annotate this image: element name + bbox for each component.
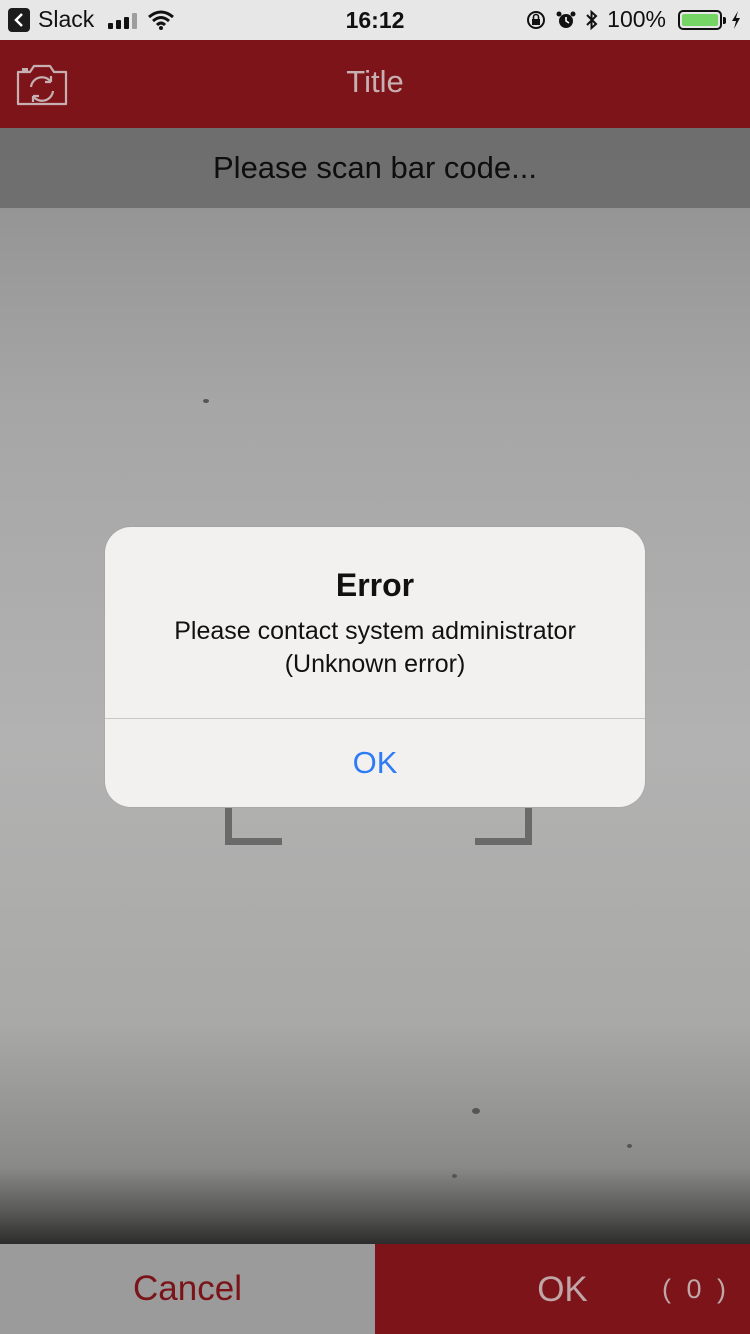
lens-speck [472, 1108, 480, 1114]
lens-speck [452, 1174, 457, 1178]
bottom-action-bar: Cancel OK ( 0 ) [0, 1244, 750, 1334]
alert-title: Error [335, 567, 415, 603]
cancel-button[interactable]: Cancel [0, 1244, 375, 1334]
navigation-bar: Title [0, 40, 750, 128]
battery-fill [682, 13, 718, 26]
alarm-icon [556, 11, 576, 28]
battery-icon [678, 9, 726, 30]
battery-percent: 100% [607, 6, 666, 32]
alert-ok-button[interactable]: OK [105, 719, 645, 807]
scan-prompt-bar: Please scan bar code... [0, 128, 750, 208]
error-alert-dialog: Error Please contact system administrato… [105, 527, 645, 807]
bluetooth-icon [586, 9, 598, 30]
page-title: Title [346, 64, 404, 99]
orientation-lock-icon [527, 10, 546, 29]
scan-frame-corner-bottom-right [475, 808, 532, 845]
status-bar: Slack 16:12 100% [0, 0, 750, 40]
lens-speck [203, 399, 209, 403]
confirm-ok-button[interactable]: OK ( 0 ) [375, 1244, 750, 1334]
status-bar-right: 100% [525, 6, 742, 33]
alert-message: Please contact system administrator (Unk… [174, 617, 576, 678]
scan-frame-corner-bottom-left [225, 808, 282, 845]
scan-prompt-text: Please scan bar code... [213, 150, 537, 185]
charging-icon [732, 10, 740, 29]
scan-count: ( 0 ) [661, 1274, 730, 1304]
lens-speck [627, 1144, 632, 1148]
